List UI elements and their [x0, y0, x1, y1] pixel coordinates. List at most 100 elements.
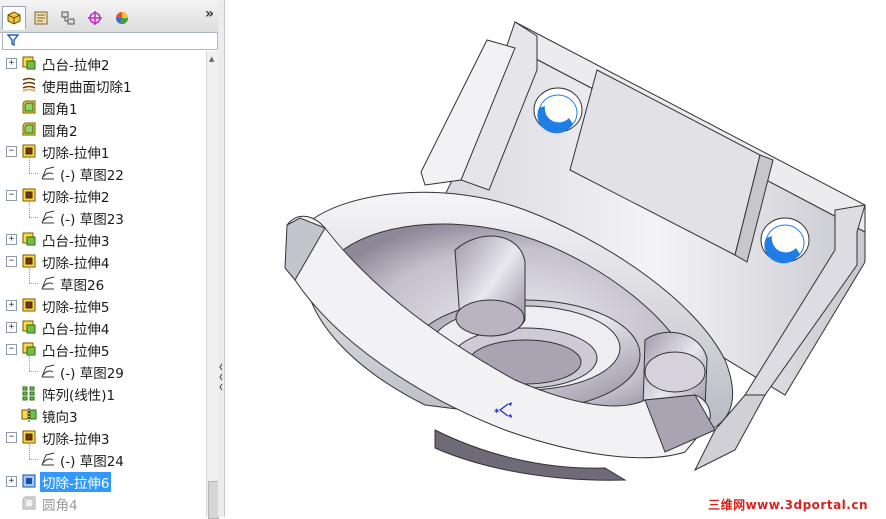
tree-item[interactable]: 圆角4 [0, 492, 206, 514]
display-manager-tab-icon [116, 12, 128, 25]
tree-connector [29, 354, 30, 371]
display-manager-tab[interactable] [110, 6, 134, 30]
tree-connector [29, 442, 30, 459]
tree-item[interactable]: + 凸台-拉伸3 [0, 228, 206, 250]
boss-extrude-icon [21, 55, 37, 71]
feature-manager-panel: » + 凸台-拉伸2 使用曲面切除1 圆角1 圆角2 − 切除-拉伸1 (-) 草图22 − 切除… [0, 0, 219, 519]
collapse-toggle-icon[interactable]: − [6, 256, 17, 267]
part-model[interactable]: ✶ [225, 0, 886, 517]
configuration-manager-tab-icon [61, 11, 75, 25]
expand-toggle-icon[interactable]: + [6, 234, 17, 245]
tree-item-label: 凸台-拉伸4 [42, 322, 110, 338]
dimxpert-manager-tab[interactable] [83, 6, 107, 30]
tree-item[interactable]: 草图26 [0, 266, 206, 294]
sketch-icon [40, 209, 56, 225]
tree-item-label: 使用曲面切除1 [42, 80, 132, 96]
collapse-toggle-icon[interactable]: − [6, 146, 17, 157]
mirror-icon [21, 407, 37, 423]
tree-item[interactable]: (-) 草图29 [0, 354, 206, 382]
splitter-grip-icon[interactable] [219, 360, 223, 392]
tree-item-label: 凸台-拉伸5 [42, 344, 110, 360]
tree-connector [29, 156, 30, 173]
feature-tree: + 凸台-拉伸2 使用曲面切除1 圆角1 圆角2 − 切除-拉伸1 (-) 草图22 − 切除-拉… [0, 51, 206, 517]
linear-pattern-icon [21, 385, 37, 401]
tree-item[interactable]: 镜向3 [0, 404, 206, 426]
surface-cut-icon [21, 77, 37, 93]
tree-item-label: (-) 草图23 [60, 212, 124, 228]
collapse-toggle-icon[interactable]: − [6, 344, 17, 355]
boss-extrude-icon [21, 231, 37, 247]
expand-toggle-icon[interactable]: + [6, 58, 17, 69]
sketch-icon [40, 451, 56, 467]
tree-item-label: 凸台-拉伸2 [42, 58, 110, 74]
tree-item[interactable]: + 凸台-拉伸4 [0, 316, 206, 338]
tree-filter-input[interactable] [2, 32, 218, 50]
dimxpert-manager-tab-icon [88, 11, 102, 25]
cut-extrude-selected-icon [21, 473, 37, 489]
tree-item-label: 切除-拉伸3 [42, 432, 110, 448]
tree-item[interactable]: − 切除-拉伸3 [0, 426, 206, 448]
feature-manager-tab[interactable] [2, 6, 26, 30]
tree-item[interactable]: (-) 草图23 [0, 200, 206, 228]
tree-item-label: (-) 草图22 [60, 168, 124, 184]
expand-toggle-icon[interactable]: + [6, 322, 17, 333]
more-tabs-button[interactable]: » [205, 6, 214, 22]
tree-item-label: 圆角4 [42, 498, 78, 514]
property-manager-tab[interactable] [29, 6, 53, 30]
feature-manager-tab-icon [7, 11, 21, 25]
fillet-icon [21, 121, 37, 137]
filter-icon [7, 34, 19, 46]
fillet-icon [21, 99, 37, 115]
tree-item-label: (-) 草图24 [60, 454, 124, 470]
tree-item[interactable]: (-) 草图24 [0, 442, 206, 470]
sketch-icon [40, 363, 56, 379]
svg-text:✶: ✶ [493, 407, 501, 417]
tree-item[interactable]: − 切除-拉伸1 [0, 140, 206, 162]
tree-item-label: 凸台-拉伸3 [42, 234, 110, 250]
tree-item[interactable]: 使用曲面切除1 [0, 74, 206, 96]
tree-item-label: 草图26 [60, 278, 105, 294]
tree-connector [29, 173, 38, 174]
site-watermark: 三维网www.3dportal.cn [708, 498, 868, 512]
tree-item-label: 切除-拉伸5 [42, 300, 110, 316]
tree-connector [29, 217, 38, 218]
tree-item[interactable]: + 凸台-拉伸2 [0, 52, 206, 74]
boss-extrude-icon [21, 319, 37, 335]
tree-connector [29, 371, 38, 372]
graphics-area[interactable]: ✶ 三维网www.3dportal.cn [225, 0, 886, 517]
fillet-suppressed-icon [21, 495, 37, 511]
sketch-icon [40, 165, 56, 181]
tree-item[interactable]: − 切除-拉伸4 [0, 250, 206, 272]
tree-item[interactable]: 圆角2 [0, 118, 206, 140]
tree-item-label: 镜向3 [42, 410, 78, 426]
panel-splitter[interactable] [218, 0, 225, 517]
collapse-toggle-icon[interactable]: − [6, 190, 17, 201]
tree-scrollbar[interactable]: ▲ [206, 51, 219, 519]
configuration-manager-tab[interactable] [56, 6, 80, 30]
tree-item-label: 切除-拉伸6 [40, 472, 112, 492]
tree-item-label: 圆角2 [42, 124, 78, 140]
tree-item-label: 切除-拉伸2 [42, 190, 110, 206]
cut-extrude-icon [21, 297, 37, 313]
scroll-up-arrow-icon[interactable]: ▲ [209, 55, 214, 63]
tree-item-label: 圆角1 [42, 102, 78, 118]
expand-toggle-icon[interactable]: + [6, 300, 17, 311]
tree-item-label: 切除-拉伸4 [42, 256, 110, 272]
manager-tab-bar: » [0, 0, 218, 33]
tree-item[interactable]: 阵列(线性)1 [0, 382, 206, 404]
tree-item[interactable]: + 切除-拉伸5 [0, 294, 206, 316]
expand-toggle-icon[interactable]: + [6, 476, 17, 487]
collapse-toggle-icon[interactable]: − [6, 432, 17, 443]
tree-connector [29, 266, 30, 283]
tree-item[interactable]: − 切除-拉伸2 [0, 184, 206, 206]
sketch-icon [40, 275, 56, 291]
tree-item[interactable]: − 凸台-拉伸5 [0, 338, 206, 360]
tree-item[interactable]: + 切除-拉伸6 [0, 470, 206, 492]
tree-connector [29, 200, 30, 217]
tree-item[interactable]: (-) 草图22 [0, 156, 206, 184]
property-manager-tab-icon [34, 11, 48, 25]
tree-item[interactable]: 圆角1 [0, 96, 206, 118]
tree-connector [29, 459, 38, 460]
tree-connector [29, 283, 38, 284]
tree-item-label: (-) 草图29 [60, 366, 124, 382]
